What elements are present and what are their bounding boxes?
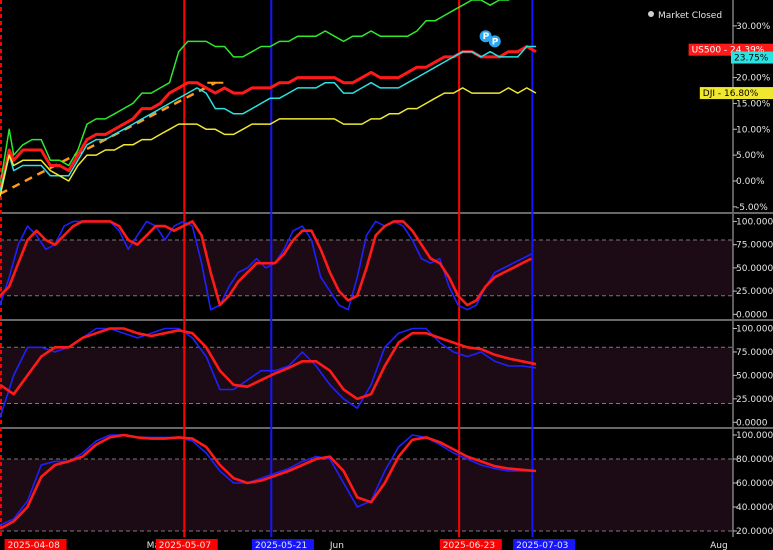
x-event-label: 2025-06-23 bbox=[443, 541, 495, 550]
marker-label: P bbox=[483, 32, 490, 42]
stoch-1-tick-label: 100.0000 bbox=[736, 217, 773, 227]
stoch-1-tick-label: 50.0000 bbox=[736, 264, 773, 274]
x-event-label: 2025-07-03 bbox=[516, 541, 568, 550]
x-event-label: 2025-04-08 bbox=[8, 541, 61, 550]
price-comparison-tick-label: 30.00% bbox=[736, 22, 771, 32]
price-comparison-tick-label: -5.00% bbox=[736, 203, 768, 213]
stoch-1-tick-label: 25.0000 bbox=[736, 287, 773, 297]
price-comparison-tick-label: 5.00% bbox=[736, 151, 765, 161]
stoch-3-tick-label: 100.0000 bbox=[736, 431, 773, 441]
stoch-3-tick-label: 80.0000 bbox=[736, 455, 773, 465]
stoch-1-tick-label: 0.0000 bbox=[736, 310, 768, 320]
x-axis: 2025-04-08 Ma2025-05-07 2025-05-21 Jun 2025-… bbox=[0, 537, 773, 550]
overbought-oversold-bands bbox=[0, 240, 733, 531]
status-dot-icon bbox=[648, 11, 654, 17]
marker-label: P bbox=[492, 37, 499, 47]
stoch-2-tick-label: 25.0000 bbox=[736, 395, 773, 405]
market-status-label: Market Closed bbox=[658, 11, 722, 21]
stoch-2-tick-label: 100.0000 bbox=[736, 325, 773, 335]
stoch-1-tick-label: 75.0000 bbox=[736, 241, 773, 251]
x-event-label: 2025-05-21 bbox=[255, 541, 307, 550]
price-comparison-tick-label: 20.00% bbox=[736, 74, 771, 84]
price-comparison-tick-label: 15.00% bbox=[736, 99, 771, 109]
stoch-3-tick-label: 60.0000 bbox=[736, 479, 773, 489]
stoch-2-tick-label: 75.0000 bbox=[736, 348, 773, 358]
x-event-label: 2025-05-07 bbox=[159, 541, 211, 550]
x-tick-label: Jun bbox=[329, 541, 344, 550]
x-tick-label: Aug bbox=[710, 541, 728, 550]
price-comparison-tick-label: 10.00% bbox=[736, 125, 771, 135]
value-label-ndx: 23.75% bbox=[734, 54, 769, 64]
chart-canvas[interactable]: -5.00%0.00%5.00%10.00%15.00%20.00%25.00%… bbox=[0, 0, 773, 550]
stoch-2-tick-label: 50.0000 bbox=[736, 371, 773, 381]
stoch-3-band bbox=[0, 459, 733, 531]
price-comparison-tick-label: 0.00% bbox=[736, 177, 765, 187]
market-status: Market Closed bbox=[648, 11, 722, 21]
stoch-3-tick-label: 20.0000 bbox=[736, 527, 773, 537]
value-label-dji: DJI - 16.80% bbox=[703, 89, 759, 99]
stoch-2-tick-label: 0.0000 bbox=[736, 418, 768, 428]
x-axis-bg bbox=[0, 537, 773, 550]
stoch-3-tick-label: 40.0000 bbox=[736, 503, 773, 513]
